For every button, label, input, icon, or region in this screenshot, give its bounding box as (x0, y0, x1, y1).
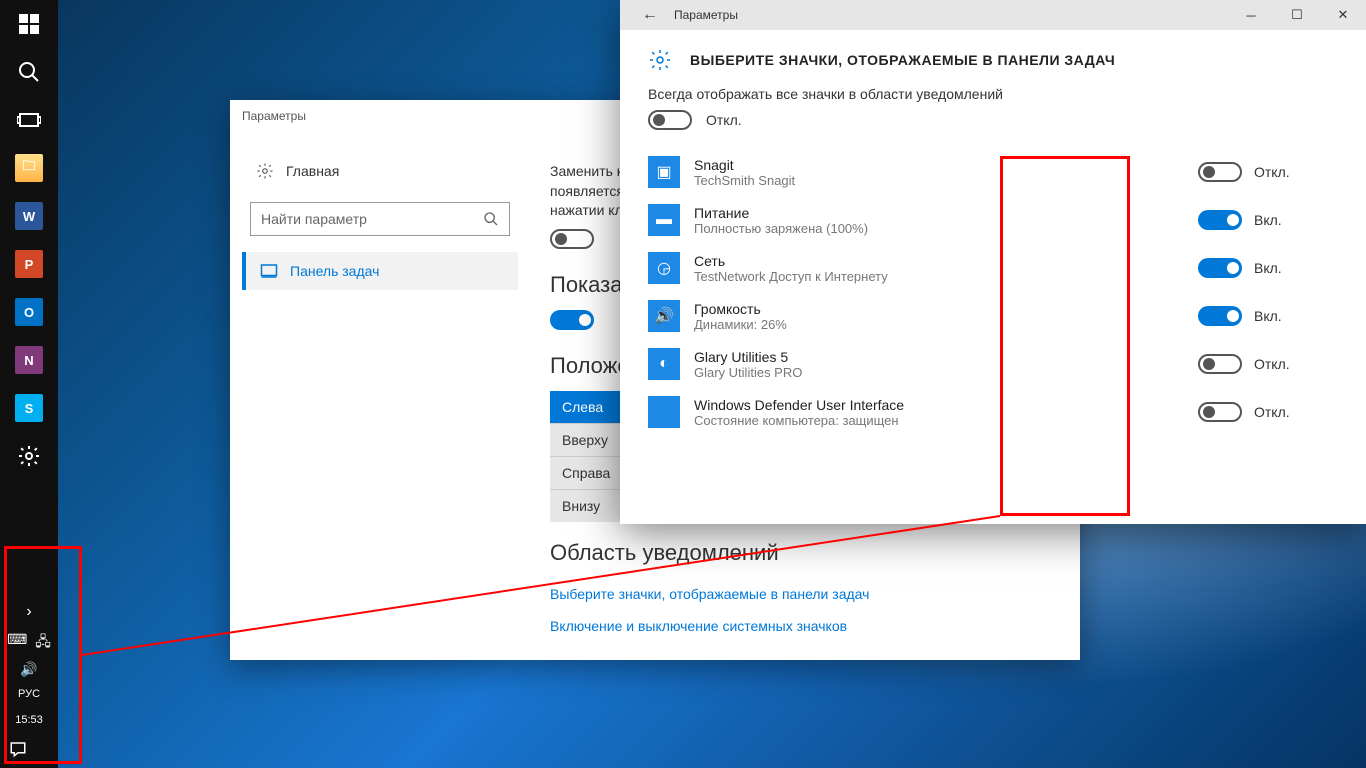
nav-taskbar[interactable]: Панель задач (242, 252, 518, 290)
icon-row: ▬ Питание Полностью заряжена (100%) Вкл. (648, 196, 1338, 244)
replace-cmd-toggle[interactable] (550, 229, 594, 249)
search-input[interactable]: Найти параметр (250, 202, 510, 236)
system-icons-link[interactable]: Включение и выключение системных значков (550, 610, 1060, 642)
action-center[interactable] (9, 736, 49, 762)
always-show-toggle[interactable] (648, 110, 692, 130)
page-title: ВЫБЕРИТЕ ЗНАЧКИ, ОТОБРАЖАЕМЫЕ В ПАНЕЛИ З… (690, 52, 1115, 68)
icon-toggle[interactable] (1198, 162, 1242, 182)
badges-toggle[interactable] (550, 310, 594, 330)
taskbar-icon (260, 262, 278, 280)
toggle-state: Откл. (1254, 404, 1290, 420)
home-nav[interactable]: Главная (242, 152, 518, 190)
toggle-state: Откл. (1254, 356, 1290, 372)
volume-tray-icon[interactable]: 🔊 (20, 661, 37, 678)
taskbar-app-skype[interactable]: S (5, 384, 53, 432)
close-button[interactable]: ✕ (1320, 0, 1366, 30)
gear-icon (17, 444, 41, 468)
toggle-state: Вкл. (1254, 308, 1282, 324)
search-icon (17, 60, 41, 84)
gear-icon (648, 48, 672, 72)
settings-sidebar: Главная Найти параметр Панель задач (230, 132, 530, 660)
app-desc: TestNetwork Доступ к Интернету (694, 269, 1198, 284)
search-icon (483, 211, 499, 227)
taskbar-app-onenote[interactable]: N (5, 336, 53, 384)
windows-icon (17, 12, 41, 36)
icon-toggle[interactable] (1198, 402, 1242, 422)
toggle-state: Откл. (1254, 164, 1290, 180)
app-icon (648, 396, 680, 428)
taskbar-app-powerpoint[interactable]: P (5, 240, 53, 288)
always-show-state: Откл. (706, 112, 742, 128)
language-indicator[interactable]: РУС (9, 684, 49, 704)
window-title: Параметры (670, 8, 1228, 22)
folder-icon: 🗀 (15, 154, 43, 182)
explorer-button[interactable]: 🗀 (5, 144, 53, 192)
app-desc: Полностью заряжена (100%) (694, 221, 1198, 236)
tray-overflow[interactable]: › (9, 599, 49, 625)
settings-app-button[interactable] (5, 432, 53, 480)
notification-icon (9, 740, 27, 758)
app-name: Snagit (694, 157, 1198, 173)
back-button[interactable]: ← (630, 6, 670, 24)
taskbar: 🗀 WPONS › ⌨ 🖧 🔊 РУС 15:53 (0, 0, 58, 768)
maximize-button[interactable]: ☐ (1274, 0, 1320, 30)
search-placeholder: Найти параметр (261, 211, 367, 227)
app-icon: ▬ (648, 204, 680, 236)
home-label: Главная (286, 163, 339, 179)
toggle-state: Вкл. (1254, 260, 1282, 276)
notification-area-heading: Область уведомлений (550, 540, 1060, 566)
icon-row: Windows Defender User Interface Состояни… (648, 388, 1338, 436)
always-show-label: Всегда отображать все значки в области у… (648, 86, 1338, 102)
app-icon: 🔊 (648, 300, 680, 332)
word-icon: W (15, 202, 43, 230)
keyboard-icon[interactable]: ⌨ (7, 631, 27, 655)
search-button[interactable] (5, 48, 53, 96)
app-desc: Glary Utilities PRO (694, 365, 1198, 380)
outlook-icon: O (15, 298, 43, 326)
icon-row: ▣ Snagit TechSmith Snagit Откл. (648, 148, 1338, 196)
system-tray: › ⌨ 🖧 🔊 РУС 15:53 (7, 593, 51, 768)
app-name: Громкость (694, 301, 1198, 317)
nav-taskbar-label: Панель задач (290, 263, 379, 279)
icon-toggle[interactable] (1198, 210, 1242, 230)
taskbar-app-outlook[interactable]: O (5, 288, 53, 336)
onenote-icon: N (15, 346, 43, 374)
icon-row: ◶ Сеть TestNetwork Доступ к Интернету Вк… (648, 244, 1338, 292)
settings-window-icons: ← Параметры ─ ☐ ✕ ВЫБЕРИТЕ ЗНАЧКИ, ОТОБР… (620, 0, 1366, 524)
start-button[interactable] (5, 0, 53, 48)
network-tray-icon[interactable]: 🖧 (35, 631, 51, 655)
icon-toggle[interactable] (1198, 306, 1242, 326)
app-icon: ◶ (648, 252, 680, 284)
app-desc: TechSmith Snagit (694, 173, 1198, 188)
app-name: Glary Utilities 5 (694, 349, 1198, 365)
toggle-state: Вкл. (1254, 212, 1282, 228)
window-titlebar: ← Параметры ─ ☐ ✕ (620, 0, 1366, 30)
icon-row: 🔊 Громкость Динамики: 26% Вкл. (648, 292, 1338, 340)
taskview-icon (17, 108, 41, 132)
app-name: Сеть (694, 253, 1198, 269)
icon-toggle[interactable] (1198, 258, 1242, 278)
clock[interactable]: 15:53 (9, 710, 49, 730)
app-desc: Состояние компьютера: защищен (694, 413, 1198, 428)
gear-icon (256, 162, 274, 180)
minimize-button[interactable]: ─ (1228, 0, 1274, 30)
powerpoint-icon: P (15, 250, 43, 278)
taskview-button[interactable] (5, 96, 53, 144)
app-name: Windows Defender User Interface (694, 397, 1198, 413)
app-icon: ▣ (648, 156, 680, 188)
app-icon: ◐ (648, 348, 680, 380)
select-icons-link[interactable]: Выберите значки, отображаемые в панели з… (550, 578, 1060, 610)
taskbar-app-word[interactable]: W (5, 192, 53, 240)
icon-toggle[interactable] (1198, 354, 1242, 374)
icon-row: ◐ Glary Utilities 5 Glary Utilities PRO … (648, 340, 1338, 388)
app-name: Питание (694, 205, 1198, 221)
skype-icon: S (15, 394, 43, 422)
app-desc: Динамики: 26% (694, 317, 1198, 332)
